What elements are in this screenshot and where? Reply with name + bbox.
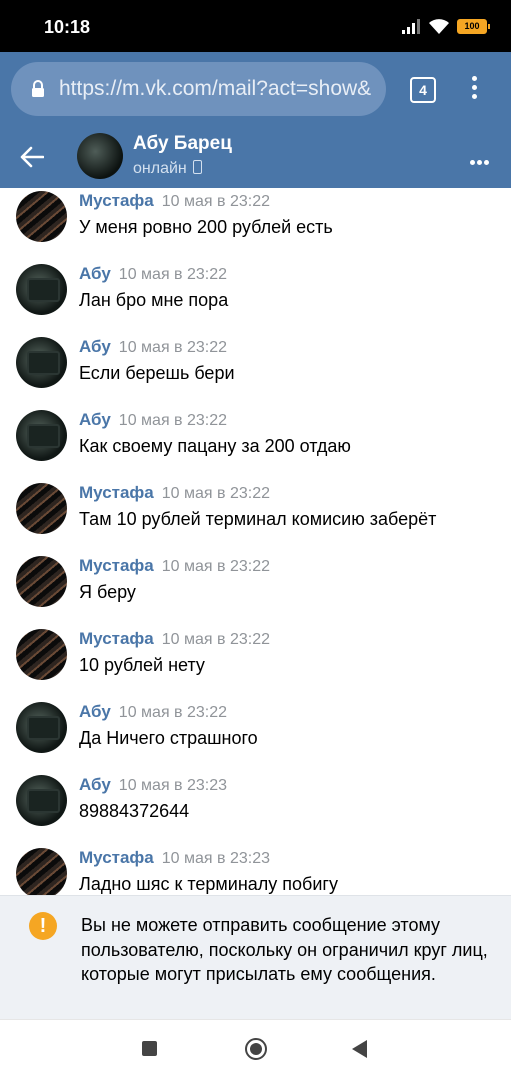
message-author[interactable]: Мустафа [79,629,154,648]
warning-icon: ! [29,912,57,940]
notice-text: Вы не можете отправить сообщение этому п… [81,915,488,984]
message-text: 10 рублей нету [79,655,205,675]
message-item: Абу 10 мая в 23:22 Как своему пацану за 2… [0,407,511,480]
message-item: Абу 10 мая в 23:22 Лан бро мне пора [0,261,511,334]
message-author[interactable]: Мустафа [79,191,154,210]
avatar[interactable] [16,337,67,388]
battery-icon: 100 [457,19,490,34]
message-author[interactable]: Абу [79,410,111,429]
message-date[interactable]: 10 мая в 23:23 [119,777,227,794]
avatar[interactable] [16,848,67,895]
message-author[interactable]: Мустафа [79,556,154,575]
system-back-icon[interactable] [352,1040,367,1058]
message-text: У меня ровно 200 рублей есть [79,217,333,237]
message-date[interactable]: 10 мая в 23:22 [119,339,227,356]
browser-menu-icon[interactable] [466,76,482,102]
recent-apps-icon[interactable] [142,1041,157,1056]
message-author[interactable]: Абу [79,264,111,283]
wifi-icon [429,19,449,34]
avatar[interactable] [16,264,67,315]
avatar[interactable] [16,702,67,753]
message-item: Мустафа 10 мая в 23:22 Я беру [0,553,511,626]
message-date[interactable]: 10 мая в 23:22 [162,485,270,502]
more-options-icon[interactable] [470,152,491,170]
home-icon[interactable] [245,1038,267,1060]
message-item: Абу 10 мая в 23:22 Если берешь бери [0,334,511,407]
message-author[interactable]: Абу [79,337,111,356]
contact-status: онлайн [133,160,202,178]
avatar[interactable] [16,410,67,461]
message-date[interactable]: 10 мая в 23:22 [162,193,270,210]
avatar[interactable] [16,483,67,534]
message-text: Если берешь бери [79,363,235,383]
message-text: Как своему пацану за 200 отдаю [79,436,351,456]
message-date[interactable]: 10 мая в 23:22 [119,704,227,721]
message-text: Лан бро мне пора [79,290,229,310]
signal-icon [402,19,420,34]
message-item: Мустафа 10 мая в 23:22 10 рублей нету [0,626,511,699]
avatar[interactable] [16,191,67,242]
message-date[interactable]: 10 мая в 23:22 [162,631,270,648]
contact-avatar[interactable] [77,133,123,179]
message-date[interactable]: 10 мая в 23:22 [119,266,227,283]
message-author[interactable]: Мустафа [79,848,154,867]
online-status-text: онлайн [133,160,187,177]
message-item: Абу 10 мая в 23:23 89884372644 [0,772,511,845]
message-item: Мустафа 10 мая в 23:22 У меня ровно 200 р… [0,188,511,261]
message-author[interactable]: Абу [79,702,111,721]
avatar[interactable] [16,556,67,607]
message-date[interactable]: 10 мая в 23:22 [162,558,270,575]
lock-icon [32,80,44,97]
status-bar: 10:18 100 [0,0,511,52]
back-arrow-icon[interactable] [20,146,44,168]
status-time: 10:18 [44,17,91,37]
message-list[interactable]: Мустафа 10 мая в 23:22 У меня ровно 200 р… [0,188,511,895]
message-text: Да Ничего страшного [79,728,258,748]
message-date[interactable]: 10 мая в 23:23 [162,850,270,867]
mobile-phone-icon [192,160,202,174]
contact-name[interactable]: Абу Барец [133,133,232,155]
message-text[interactable]: 89884372644 [79,801,189,822]
message-item: Мустафа 10 мая в 23:23 Ладно шяс к термин… [0,845,511,895]
address-bar[interactable]: https://m.vk.com/mail?act=show& [11,62,386,116]
message-text: Там 10 рублей терминал комисию заберёт [79,509,437,529]
message-item: Мустафа 10 мая в 23:22 Там 10 рублей терм… [0,480,511,553]
message-author[interactable]: Мустафа [79,483,154,502]
avatar[interactable] [16,775,67,826]
url-text: https://m.vk.com/mail?act=show& [59,77,372,100]
message-text: Я беру [79,582,136,602]
avatar[interactable] [16,629,67,680]
tab-switcher-button[interactable]: 4 [410,77,436,103]
message-item: Абу 10 мая в 23:22 Да Ничего страшного [0,699,511,772]
message-author[interactable]: Абу [79,775,111,794]
message-date[interactable]: 10 мая в 23:22 [119,412,227,429]
message-text: Ладно шяс к терминалу побигу [79,874,338,894]
